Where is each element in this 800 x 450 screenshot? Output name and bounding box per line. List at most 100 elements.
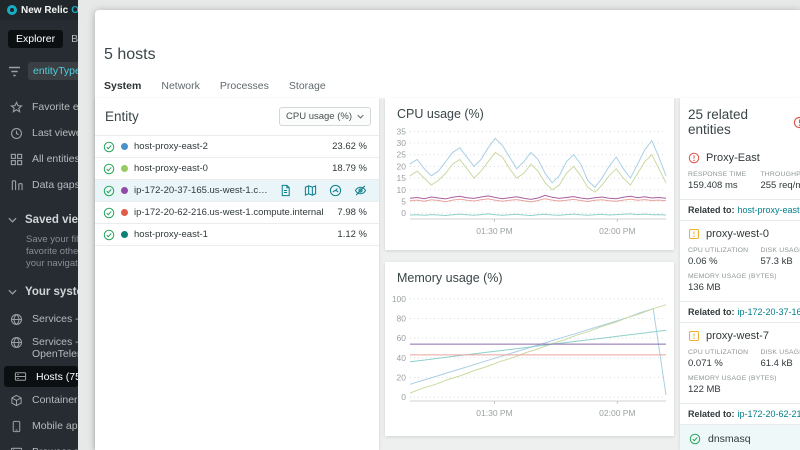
- new-relic-logo-icon: [7, 5, 17, 15]
- sidebar-item-last-viewed[interactable]: Last viewed: [0, 120, 78, 146]
- svg-text:60: 60: [397, 333, 407, 343]
- sidebar-item-favorite-entities[interactable]: Favorite entities: [0, 94, 78, 120]
- sidebar-item-containers[interactable]: Containers: [0, 387, 78, 413]
- browser-icon: [10, 446, 23, 450]
- saved-views-description: Save your filte favorite other your navi…: [0, 234, 78, 270]
- check-circle-icon: [103, 163, 115, 175]
- tab-storage[interactable]: Storage: [289, 80, 326, 100]
- entity-map-icon[interactable]: [304, 184, 317, 197]
- related-panel-title: 25 related entities: [688, 107, 793, 137]
- related-host-link[interactable]: host-proxy-east-0: [738, 205, 800, 215]
- host-color-dot: [121, 209, 128, 216]
- host-color-dot: [121, 187, 128, 194]
- host-name: ip-172-20-62-216.us-west-1.compute.inter…: [134, 207, 329, 218]
- dashboard-icon[interactable]: [329, 184, 342, 197]
- brand[interactable]: New Relic ONE ™: [0, 0, 78, 20]
- page-title: 5 hosts: [104, 46, 156, 64]
- critical-status-icon: [688, 152, 700, 164]
- svg-text:35: 35: [397, 126, 407, 136]
- host-metric-value: 7.98 %: [337, 207, 367, 218]
- entity-row[interactable]: host-proxy-east-223.62 %: [95, 136, 379, 158]
- svg-text:25: 25: [397, 150, 407, 160]
- globe-icon: [10, 336, 23, 349]
- memory-chart-title: Memory usage (%): [385, 262, 674, 285]
- sidebar-item-services-apm[interactable]: Services - APM: [0, 306, 78, 332]
- related-entity-proxy-west-7[interactable]: proxy-west-7 CPU UTILIZATION0.071 % DISK…: [680, 323, 800, 403]
- tab-system[interactable]: System: [104, 80, 141, 100]
- tab-network[interactable]: Network: [161, 80, 200, 100]
- metadata-document-icon[interactable]: [279, 184, 292, 197]
- sidebar-item-mobile-applications[interactable]: Mobile applications: [0, 413, 78, 439]
- sidebar-item-all-entities[interactable]: All entities: [0, 146, 78, 172]
- grid-icon: [10, 153, 23, 166]
- entity-row[interactable]: host-proxy-east-1 1.12 %: [95, 224, 379, 246]
- warning-status-icon: [688, 228, 700, 240]
- entity-row[interactable]: ip-172-20-62-216.us-west-1.compute.inter…: [95, 202, 379, 224]
- related-entity-proxy-west-0[interactable]: proxy-west-0 CPU UTILIZATION0.06 % DISK …: [680, 221, 800, 301]
- host-name: ip-172-20-37-165.us-west-1.compute.inter…: [134, 185, 271, 196]
- critical-alert-icon[interactable]: [793, 116, 800, 129]
- host-name: host-proxy-east-2: [134, 141, 324, 152]
- host-metric-value: 18.79 %: [332, 163, 367, 174]
- columns-icon: [10, 179, 23, 192]
- host-color-dot: [121, 165, 128, 172]
- svg-text:02:00 PM: 02:00 PM: [599, 226, 635, 236]
- cpu-usage-chart-panel: CPU usage (%) 0510152025303501:30 PM02:0…: [385, 98, 674, 250]
- tab-processes[interactable]: Processes: [220, 80, 269, 100]
- check-circle-icon: [103, 229, 115, 241]
- host-color-dot: [121, 143, 128, 150]
- host-metric-value: 1.12 %: [337, 229, 367, 240]
- section-saved-views[interactable]: Saved views: [0, 214, 78, 226]
- entity-row[interactable]: ip-172-20-37-165.us-west-1.compute.inter…: [95, 180, 379, 202]
- sidebar-item-data-gaps[interactable]: Data gaps: [0, 172, 78, 198]
- svg-text:01:30 PM: 01:30 PM: [476, 226, 512, 236]
- svg-text:100: 100: [392, 294, 406, 304]
- related-entities-panel: 25 related entities Proxy-East RESPONSE …: [680, 98, 800, 450]
- related-to-row: Related to:ip-172-20-37-165.us-west-1.co…: [680, 301, 800, 323]
- related-host-link[interactable]: ip-172-20-37-165.us-west-1.compute.inter…: [738, 307, 800, 317]
- server-icon: [14, 370, 27, 383]
- svg-text:15: 15: [397, 173, 407, 183]
- check-circle-icon: [103, 141, 115, 153]
- svg-text:0: 0: [401, 208, 406, 218]
- sidebar-item-browser-applications[interactable]: Browser applications: [0, 439, 78, 450]
- sidebar-tab-browse[interactable]: Browse: [63, 30, 78, 48]
- svg-text:20: 20: [397, 372, 407, 382]
- entity-filter-input[interactable]: [28, 62, 78, 80]
- related-entity-proxy-east[interactable]: Proxy-East RESPONSE TIME159.408 ms THROU…: [680, 145, 800, 199]
- hosts-overlay: 5 hosts System Network Processes Storage…: [95, 10, 800, 450]
- related-host-link[interactable]: ip-172-20-62-216.us-west-1.compute.inter…: [738, 409, 800, 419]
- cpu-chart-title: CPU usage (%): [385, 98, 674, 121]
- svg-text:20: 20: [397, 161, 407, 171]
- brand-name: New Relic: [21, 5, 68, 16]
- sidebar-item-hosts[interactable]: Hosts (75): [4, 366, 78, 387]
- sidebar-item-services-opentelemetry[interactable]: Services - OpenTelemetry: [0, 332, 78, 366]
- chevron-down-icon: [8, 217, 17, 223]
- eye-slash-icon[interactable]: [354, 184, 367, 197]
- memory-usage-chart[interactable]: 02040608010001:30 PM02:00 PM: [388, 287, 671, 427]
- metric-selector-dropdown[interactable]: CPU usage (%): [279, 107, 371, 126]
- brand-suffix: ONE: [71, 5, 78, 16]
- view-tabs: System Network Processes Storage: [104, 80, 326, 100]
- svg-text:10: 10: [397, 185, 407, 195]
- sidebar-tab-explorer[interactable]: Explorer: [8, 30, 63, 48]
- check-circle-icon: [103, 207, 115, 219]
- svg-text:30: 30: [397, 138, 407, 148]
- star-icon: [10, 101, 23, 114]
- svg-text:80: 80: [397, 314, 407, 324]
- mobile-icon: [10, 420, 23, 433]
- check-circle-icon: [689, 433, 701, 445]
- related-to-row: Related to:host-proxy-east-0: [680, 199, 800, 221]
- related-entity-dnsmasq[interactable]: dnsmasq: [680, 425, 800, 450]
- clock-icon: [10, 127, 23, 140]
- cube-icon: [10, 394, 23, 407]
- related-to-row: Related to:ip-172-20-62-216.us-west-1.co…: [680, 403, 800, 425]
- entity-row[interactable]: host-proxy-east-018.79 %: [95, 158, 379, 180]
- memory-usage-chart-panel: Memory usage (%) 02040608010001:30 PM02:…: [385, 262, 674, 436]
- warning-status-icon: [688, 330, 700, 342]
- section-your-system[interactable]: Your system: [0, 286, 78, 298]
- globe-icon: [10, 313, 23, 326]
- cpu-usage-chart[interactable]: 0510152025303501:30 PM02:00 PM: [388, 123, 671, 245]
- host-name: host-proxy-east-1: [134, 229, 329, 240]
- entity-panel-title: Entity: [105, 109, 139, 124]
